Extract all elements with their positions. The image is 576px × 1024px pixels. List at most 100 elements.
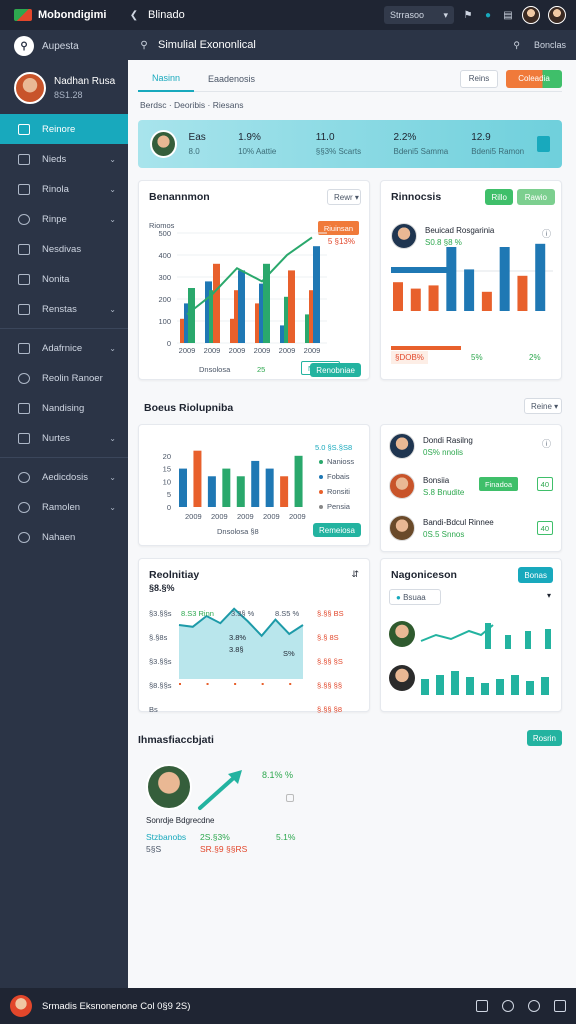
people-list: Dondi Rasilng 0S% nnolis ⓘ Bonsiia S.8 Bnu… [380, 424, 562, 552]
card-nagoniceson: Nagoniceson Bonas ● Bsuaa ▾ [380, 558, 562, 712]
y-tick-label: 100 [158, 317, 171, 326]
bar [188, 288, 195, 343]
list-item[interactable]: Dondi Rasilng 0S% nnolis [389, 433, 473, 459]
coleadia-button[interactable]: Coleadia [506, 69, 562, 88]
sidebar-item[interactable]: Renstas ⌄ [0, 294, 128, 324]
bar [436, 675, 444, 695]
bar [410, 288, 421, 311]
period-select[interactable]: Reine ▾ [524, 398, 562, 414]
sidebar-item-label: Rinola [42, 183, 69, 195]
legend-label: Nanioss [327, 457, 355, 466]
chevron-down-icon: ⌄ [109, 154, 116, 164]
status-badge: Finadoa [479, 477, 519, 491]
main-content: Nasinn Eaadenosis Reins Coleadia Berdsc … [128, 60, 576, 988]
kpi-cell: 1.9% 10% Aattie [238, 132, 277, 156]
sidebar-item[interactable]: Rinpe ⌄ [0, 204, 128, 234]
avatar[interactable] [522, 6, 540, 24]
sidebar-item-label: Nieds [42, 153, 67, 165]
bar [464, 269, 475, 311]
person-value: 0S.5 Snnos [423, 529, 465, 539]
bar [511, 675, 519, 695]
back-icon[interactable]: ❮ [128, 9, 140, 21]
bar [496, 679, 504, 695]
profile[interactable]: Nadhan Rusa 8S1.28 [0, 62, 128, 114]
sidebar-nav: Reinore Nieds ⌄ Rinola ⌄ Rinpe ⌄ Nesdivas Nonita… [0, 114, 128, 552]
right-label: §.§§ BS [317, 609, 344, 618]
chevron-down-icon: ⌄ [109, 433, 116, 443]
y-tick-label: 10 [163, 477, 171, 486]
y-tick-label: 5 [167, 490, 171, 499]
bar [193, 450, 202, 507]
grid-icon[interactable] [476, 1000, 488, 1012]
remeiosa-button[interactable]: Remeiosa [312, 523, 361, 537]
sidebar-item[interactable]: Reolin Ranoer [0, 363, 128, 393]
checkbox[interactable] [286, 794, 294, 802]
bar [251, 460, 260, 507]
profile-avatar [14, 72, 46, 104]
legend: Nanioss Fobais Ronsiti Pensia [319, 457, 354, 517]
footer-avatar[interactable] [10, 995, 32, 1017]
trend-pct: 8.1% % [262, 770, 294, 780]
chevron-down-icon: ⌄ [109, 214, 116, 224]
menu-icon[interactable] [554, 1000, 566, 1012]
y-tick-label: 0 [167, 503, 171, 512]
footer: Srmadis Eksnonenone Col 0§9 2S) [0, 988, 576, 1024]
tab-eaadenosis[interactable]: Eaadenosis [194, 66, 269, 92]
sidebar-item[interactable]: Nandising [0, 393, 128, 423]
legend-value: 25 [257, 365, 266, 374]
search-icon[interactable]: ⚲ [138, 39, 150, 51]
sidebar-item[interactable]: Reinore [0, 114, 128, 144]
sidebar-search[interactable]: ⚲ Aupesta [0, 30, 128, 62]
y-tick-label: 20 [163, 452, 171, 461]
globe-icon[interactable]: ● [482, 9, 494, 21]
avatar-2[interactable] [548, 6, 566, 24]
bar [525, 631, 531, 649]
bar [288, 270, 295, 343]
person-avatar [389, 473, 415, 499]
sidebar-item[interactable]: Adafrnice ⌄ [0, 333, 128, 363]
person-avatar [389, 433, 415, 459]
y-tick-label: §8.§§s [149, 681, 172, 690]
list-item[interactable]: Bonsiia S.8 Bnudite [389, 473, 464, 499]
sidebar-item[interactable]: Nahaen [0, 522, 128, 552]
count-badge: 40 [536, 477, 553, 491]
sidebar-item[interactable]: Nurtes ⌄ [0, 423, 128, 453]
y-tick-label: 500 [158, 229, 171, 238]
y-tick-label: §3.§§s [149, 657, 172, 666]
help-icon[interactable] [528, 1000, 540, 1012]
square-icon [18, 183, 30, 195]
x-tick-label: 2009 [263, 512, 280, 521]
right-label: §.§§ §8 [317, 705, 343, 714]
reins-button[interactable]: Reins [460, 69, 498, 88]
renobniae-button[interactable]: Renobniae [310, 363, 361, 377]
bar [428, 285, 439, 311]
header-right-label[interactable]: Bonclas [534, 40, 566, 50]
info-icon[interactable]: ⓘ [542, 437, 551, 450]
sidebar-item[interactable]: Nieds ⌄ [0, 144, 128, 174]
bell-icon[interactable]: ⚑ [462, 9, 474, 21]
clock-icon [18, 372, 30, 384]
square-icon [18, 303, 30, 315]
search-icon-2[interactable]: ⚲ [513, 40, 520, 51]
back-label[interactable]: Blinado [148, 9, 185, 21]
legend-label: Dnsolosa [199, 365, 231, 374]
sidebar-item[interactable]: Nonita [0, 264, 128, 294]
sidebar-item[interactable]: Aedicdosis ⌄ [0, 462, 128, 492]
y-tick-label: 200 [158, 295, 171, 304]
grid-icon [18, 402, 30, 414]
calendar-icon[interactable]: ▤ [502, 9, 514, 21]
workspace-dropdown[interactable]: Strrasoo ▾ [384, 6, 454, 24]
square-icon [18, 123, 30, 135]
person-name: Sonrdje Bdgrecdne [146, 816, 215, 825]
export-icon[interactable] [536, 136, 551, 152]
rosrin-button[interactable]: Rosrin [526, 730, 562, 746]
sidebar-item[interactable]: Nesdivas [0, 234, 128, 264]
gear-icon [18, 531, 30, 543]
list-item[interactable]: Bandi-Bdcul Rinnee 0S.5 Snnos [389, 515, 494, 541]
nav-divider [0, 457, 128, 458]
sidebar-item[interactable]: Rinola ⌄ [0, 174, 128, 204]
x-tick-label: 2009 [289, 512, 306, 521]
settings-icon[interactable] [502, 1000, 514, 1012]
sidebar-item[interactable]: Ramolen ⌄ [0, 492, 128, 522]
tab-nasinn[interactable]: Nasinn [138, 66, 195, 92]
